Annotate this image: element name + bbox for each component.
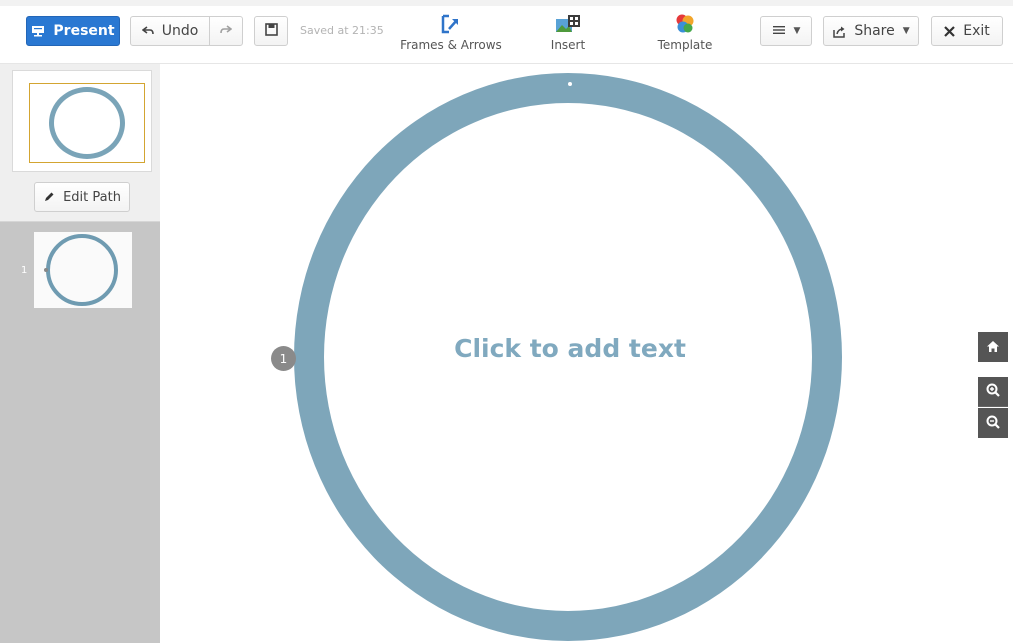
share-label: Share bbox=[854, 23, 895, 39]
zoom-in-icon bbox=[986, 382, 1000, 401]
exit-label: Exit bbox=[963, 23, 990, 39]
overview-circle bbox=[49, 87, 125, 159]
slide-thumbnail[interactable] bbox=[34, 232, 132, 308]
home-icon bbox=[986, 338, 1000, 357]
redo-button[interactable] bbox=[209, 16, 243, 46]
frames-arrows-label: Frames & Arrows bbox=[400, 38, 502, 52]
hamburger-menu-icon bbox=[772, 23, 786, 39]
zoom-in-button[interactable] bbox=[978, 377, 1008, 407]
share-button[interactable]: Share ▼ bbox=[823, 16, 919, 46]
present-label: Present bbox=[53, 23, 115, 39]
overview-thumbnail[interactable] bbox=[12, 70, 152, 172]
template-label: Template bbox=[657, 38, 713, 52]
save-button[interactable] bbox=[254, 16, 288, 46]
undo-arrow-icon bbox=[141, 26, 154, 36]
overview-panel: Edit Path bbox=[0, 64, 160, 222]
frames-arrows-tool[interactable]: Frames & Arrows bbox=[400, 10, 502, 52]
text-placeholder[interactable]: Click to add text bbox=[400, 334, 740, 363]
edit-path-button[interactable]: Edit Path bbox=[34, 182, 130, 212]
undo-label: Undo bbox=[161, 23, 199, 39]
edit-path-label: Edit Path bbox=[63, 189, 121, 205]
slide-thumb-circle bbox=[46, 234, 118, 306]
template-circles-icon bbox=[674, 10, 696, 38]
close-icon bbox=[944, 25, 956, 37]
frames-arrows-icon bbox=[440, 10, 462, 38]
path-sidebar: Edit Path 1 bbox=[0, 64, 160, 643]
frame-anchor-dot[interactable] bbox=[568, 82, 572, 86]
menu-button[interactable]: ▼ bbox=[760, 16, 812, 46]
slide-thumb-marker bbox=[44, 268, 48, 272]
chevron-down-icon: ▼ bbox=[902, 26, 910, 36]
template-tool[interactable]: Template bbox=[650, 10, 720, 52]
editing-canvas[interactable]: 1 Click to add text bbox=[160, 64, 1013, 643]
top-toolbar: Present Undo Saved at 21:35 Frames & Arr… bbox=[0, 0, 1013, 64]
insert-label: Insert bbox=[550, 38, 586, 52]
insert-tool[interactable]: Insert bbox=[540, 10, 596, 52]
saved-status: Saved at 21:35 bbox=[300, 24, 384, 37]
zoom-out-icon bbox=[986, 414, 1000, 433]
chevron-down-icon: ▼ bbox=[793, 26, 801, 36]
zoom-out-button[interactable] bbox=[978, 408, 1008, 438]
share-icon bbox=[832, 25, 846, 38]
present-button[interactable]: Present bbox=[26, 16, 120, 46]
overview-frame-highlight bbox=[29, 83, 145, 163]
insert-image-icon bbox=[554, 10, 582, 38]
path-step-marker[interactable]: 1 bbox=[271, 346, 296, 371]
app-window: Present Undo Saved at 21:35 Frames & Arr… bbox=[0, 0, 1013, 643]
presentation-icon bbox=[31, 25, 45, 37]
pencil-icon bbox=[43, 191, 55, 203]
slide-number: 1 bbox=[21, 265, 28, 276]
save-icon bbox=[264, 22, 278, 40]
home-view-button[interactable] bbox=[978, 332, 1008, 362]
exit-button[interactable]: Exit bbox=[931, 16, 1003, 46]
redo-arrow-icon bbox=[220, 23, 233, 39]
undo-button[interactable]: Undo bbox=[130, 16, 210, 46]
